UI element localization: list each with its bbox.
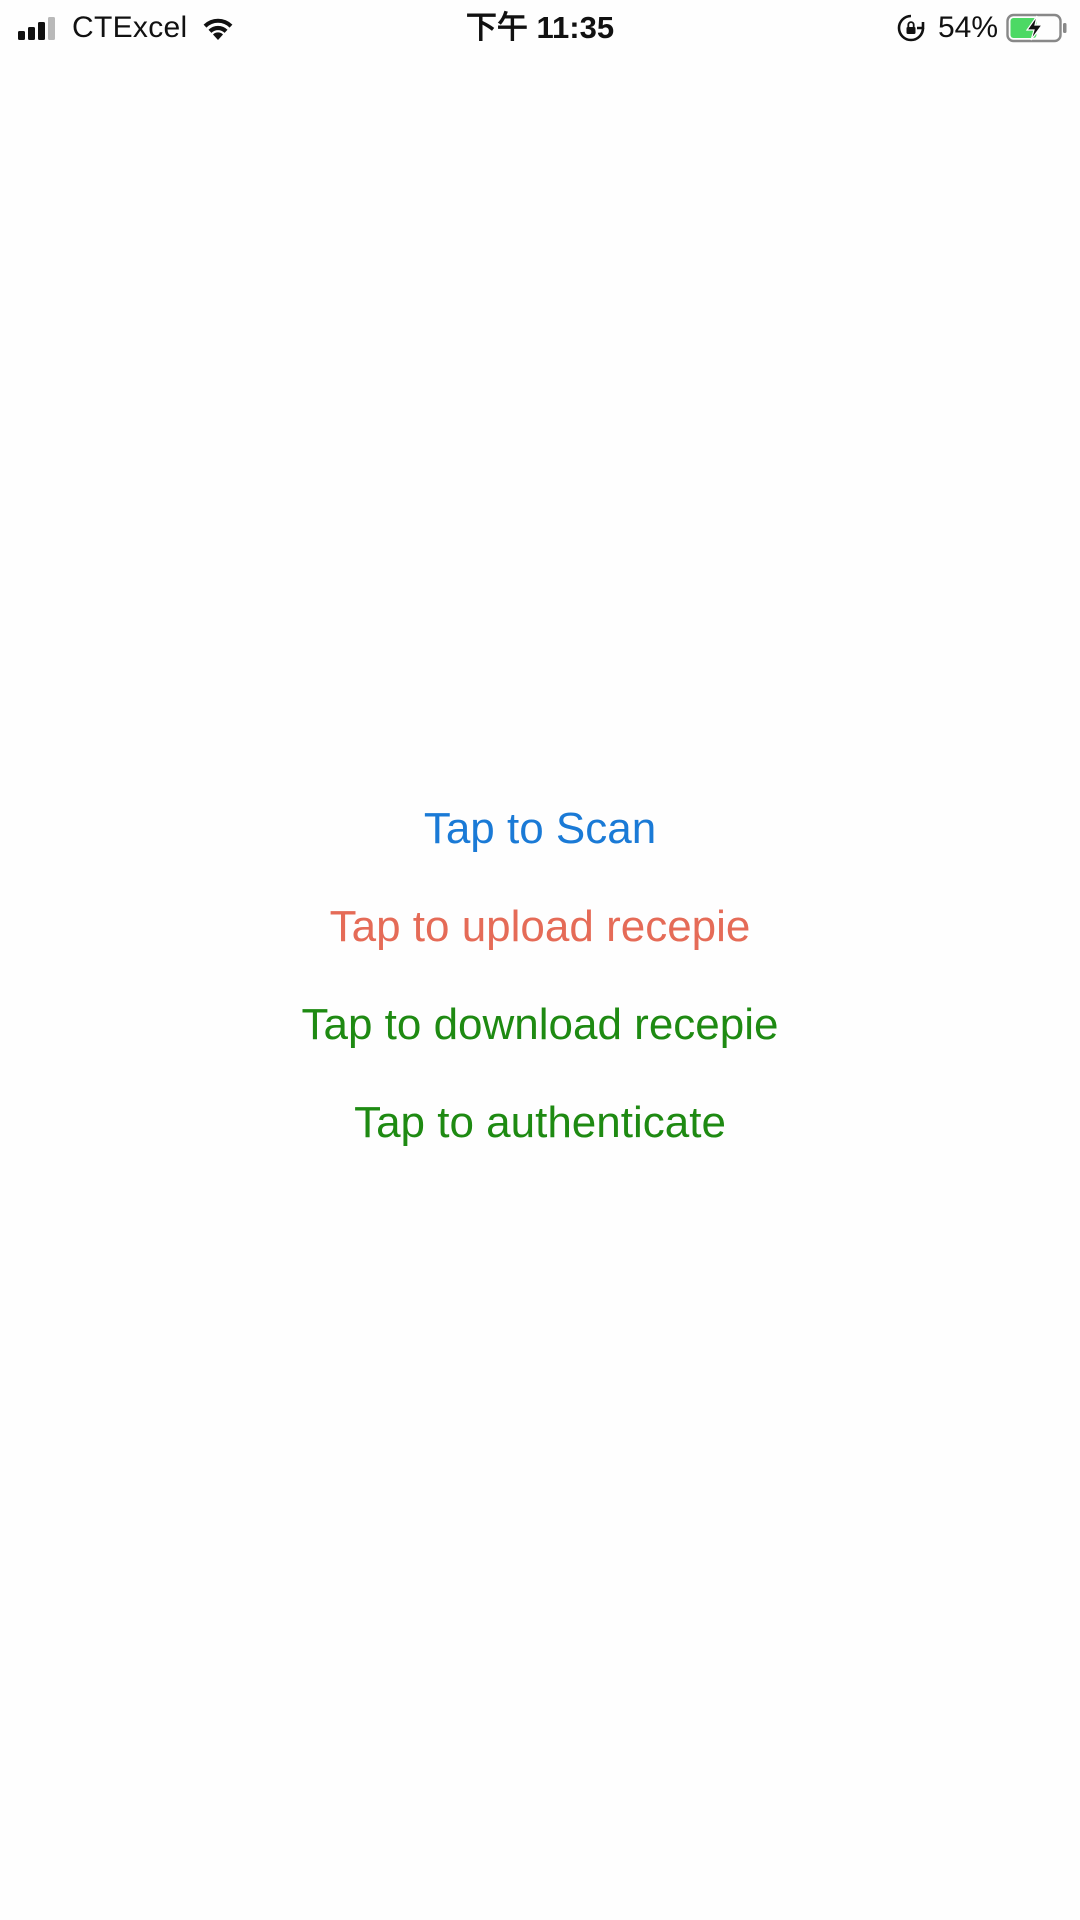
upload-recipe-button[interactable]: Tap to upload recepie — [330, 878, 751, 976]
battery-charging-icon — [1006, 13, 1067, 43]
download-recipe-button[interactable]: Tap to download recepie — [302, 976, 779, 1074]
authenticate-button[interactable]: Tap to authenticate — [354, 1074, 726, 1172]
status-bar: CTExcel 下午 11:35 54% — [0, 0, 1080, 56]
status-bar-right: 54% — [896, 8, 1068, 48]
battery-percent: 54% — [937, 11, 998, 44]
rotation-lock-icon — [897, 14, 925, 42]
action-menu: Tap to Scan Tap to upload recepie Tap to… — [0, 780, 1080, 1172]
tap-to-scan-button[interactable]: Tap to Scan — [424, 780, 656, 878]
app-screen: CTExcel 下午 11:35 54% Tap to Scan Tap to … — [0, 0, 1080, 1920]
